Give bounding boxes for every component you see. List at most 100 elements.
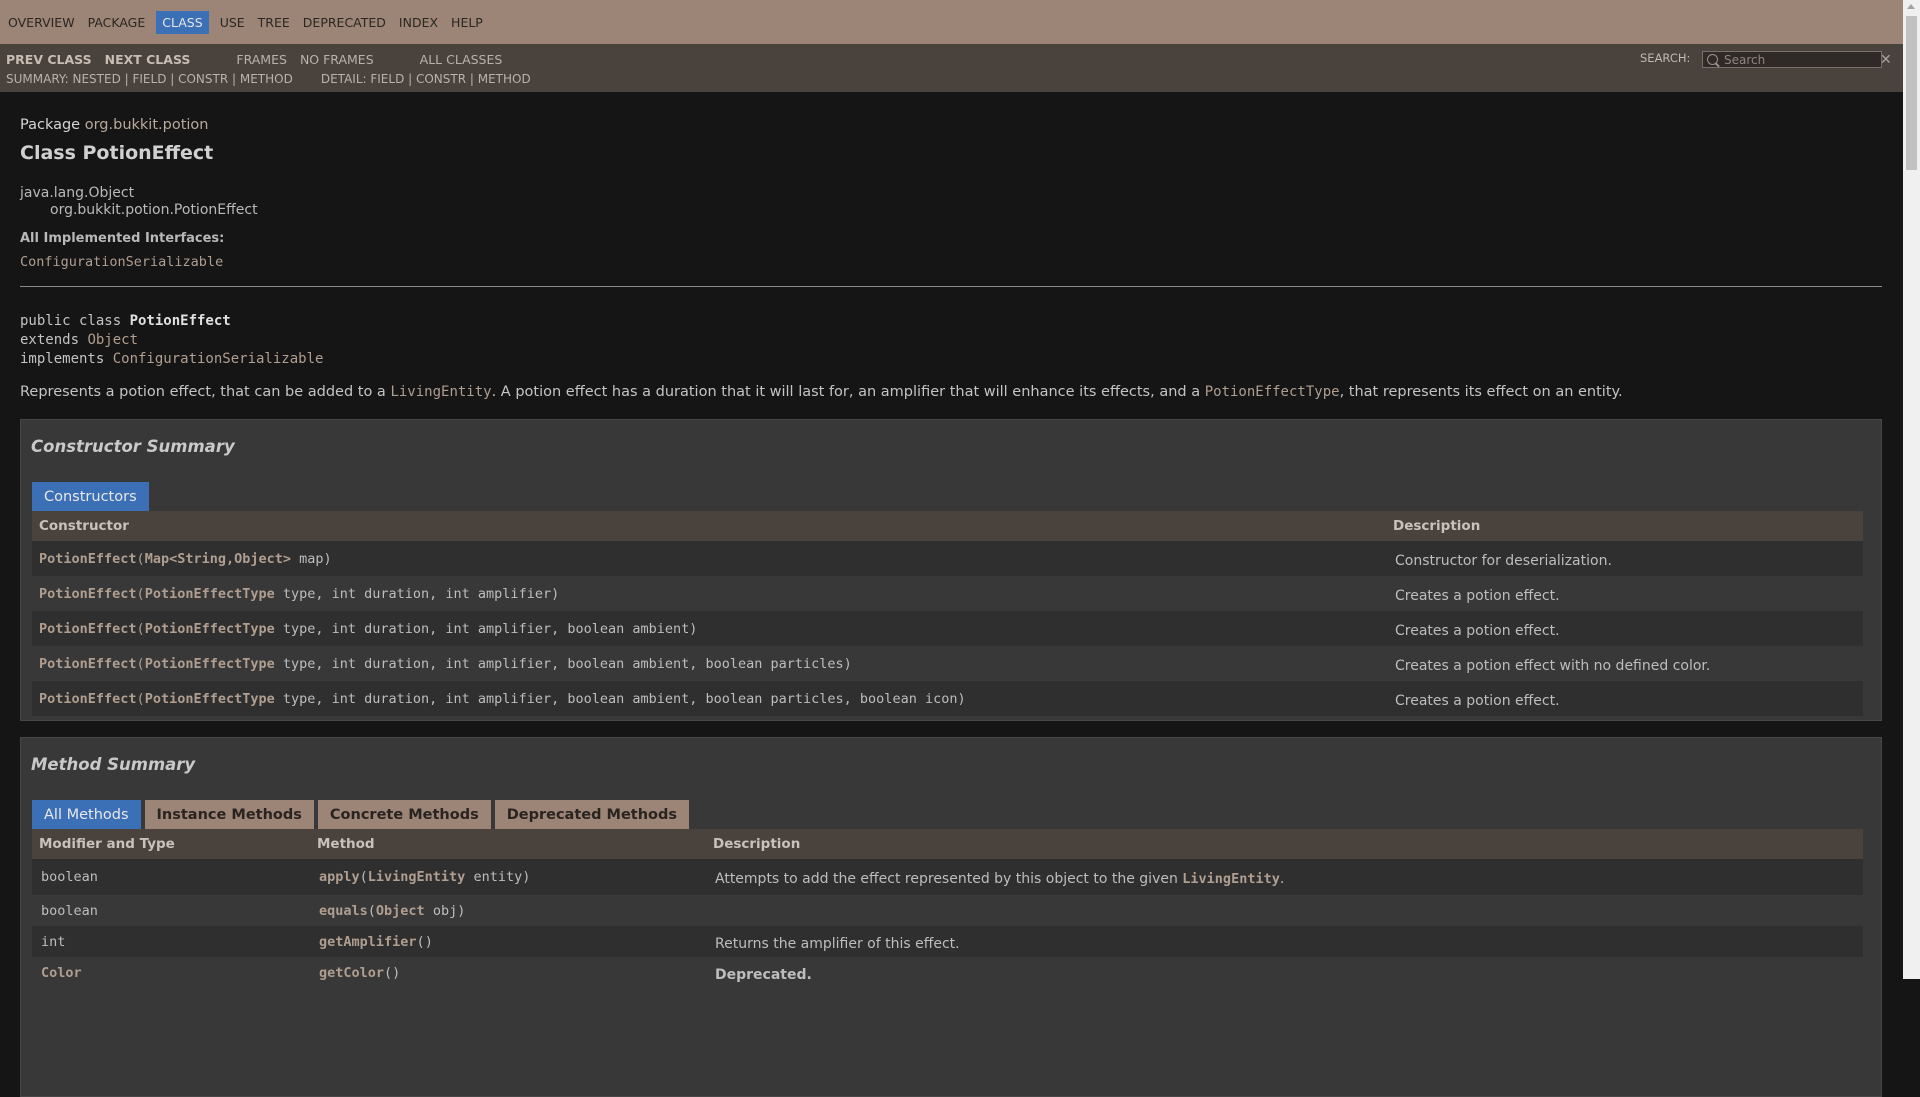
summary-links[interactable]: SUMMARY: NESTED | FIELD | CONSTR | METHO… [6,72,293,86]
table-row: PotionEffect(PotionEffectType type, int … [32,611,1863,646]
params-text: type, int duration, int amplifier, boole… [274,655,852,672]
constructor-name-link[interactable]: PotionEffect [39,551,137,567]
table-row: PotionEffect(Map<String,Object> map) Cons… [32,541,1863,576]
paren-open: ( [367,902,376,919]
method-desc-link[interactable]: LivingEntity [1182,871,1280,887]
return-type: boolean [41,869,98,885]
search-input[interactable]: Search [1702,51,1882,68]
paren-open: ( [136,655,145,672]
params-text: ) [424,933,433,950]
method-table: Modifier and Type Method Description boo… [32,829,1863,988]
frames-link[interactable]: FRAMES [236,52,287,67]
paren-open: ( [416,933,425,950]
clear-search-icon[interactable]: ✕ [1880,52,1892,68]
nav-use[interactable]: USE [218,12,247,33]
sig-implements-link[interactable]: ConfigurationSerializable [113,351,324,367]
constructor-description: Creates a potion effect. [1395,692,1560,709]
constructor-signature: PotionEffect(PotionEffectType type, int … [32,691,1395,707]
constructor-description: Creates a potion effect. [1395,622,1560,639]
param-type-link[interactable]: Map<String,Object> [145,551,291,567]
prev-class-link[interactable]: PREV CLASS [6,52,92,67]
scrollbar-thumb[interactable] [1906,16,1917,170]
param-type-link[interactable]: PotionEffectType [145,691,275,707]
signature-line-1: public class PotionEffect [20,313,231,329]
search-icon [1707,54,1718,65]
nav-tree[interactable]: TREE [256,12,292,33]
top-nav-bar: OVERVIEW PACKAGE CLASS USE TREE DEPRECAT… [0,0,1920,44]
all-classes-link[interactable]: ALL CLASSES [420,52,503,67]
nav-package[interactable]: PACKAGE [86,12,148,33]
next-class-link[interactable]: NEXT CLASS [105,52,191,67]
subnav-row-links: PREV CLASS NEXT CLASS FRAMES NO FRAMES A… [6,48,515,70]
paren-open: ( [136,620,145,637]
method-desc-text: Returns the amplifier of this effect. [715,935,960,952]
params-text: type, int duration, int amplifier) [274,585,560,602]
constructor-name-link[interactable]: PotionEffect [39,691,137,707]
constructor-table-header: Constructor Description [32,511,1863,541]
vertical-scrollbar[interactable] [1903,0,1920,979]
constructor-signature: PotionEffect(Map<String,Object> map) [32,551,1395,567]
tab-constructors[interactable]: Constructors [32,482,149,511]
tab-instance-methods[interactable]: Instance Methods [144,800,314,829]
method-rows: boolean apply(LivingEntity entity) Attempt… [32,859,1863,988]
page-title: Class PotionEffect [20,142,214,164]
method-name-link[interactable]: getColor [319,965,384,981]
tab-concrete-methods[interactable]: Concrete Methods [317,800,491,829]
package-name-link[interactable]: org.bukkit.potion [85,117,209,133]
nav-class[interactable]: CLASS [156,10,209,34]
desc-link-potioneffecttype[interactable]: PotionEffectType [1205,384,1340,400]
table-row: int getAmplifier() Returns the amplifier o… [32,926,1863,957]
paren-open: ( [136,690,145,707]
method-desc-text: Attempts to add the effect represented b… [715,871,1183,887]
tab-deprecated-methods[interactable]: Deprecated Methods [494,800,690,829]
method-tabs: All Methods Instance Methods Concrete Me… [32,800,693,829]
package-label: Package [20,117,81,133]
constructor-table: Constructor Description PotionEffect(Map… [32,511,1863,716]
constructor-signature: PotionEffect(PotionEffectType type, int … [32,586,1395,602]
nav-overview[interactable]: OVERVIEW [6,12,77,33]
table-row: PotionEffect(PotionEffectType type, int … [32,681,1863,716]
sig-extends-link[interactable]: Object [87,332,138,348]
constructor-rows: PotionEffect(Map<String,Object> map) Cons… [32,541,1863,716]
constructor-name-link[interactable]: PotionEffect [39,656,137,672]
method-signature: getAmplifier() [319,934,715,950]
param-type-link[interactable]: PotionEffectType [145,621,275,637]
search-placeholder: Search [1724,52,1766,67]
package-line: Package org.bukkit.potion [20,117,208,133]
method-summary-title: Method Summary [31,755,196,774]
inheritance-root: java.lang.Object [20,185,135,201]
params-text: type, int duration, int amplifier, boole… [274,690,966,707]
param-type-link[interactable]: PotionEffectType [145,656,275,672]
desc-link-livingentity[interactable]: LivingEntity [390,384,491,400]
method-signature: equals(Object obj) [319,903,715,919]
desc-part-3: , that represents its effect on an entit… [1339,384,1623,400]
nav-index[interactable]: INDEX [397,12,440,33]
params-text: entity) [465,869,531,885]
no-frames-link[interactable]: NO FRAMES [300,52,374,67]
scroll-up-icon[interactable] [1907,4,1915,9]
nav-help[interactable]: HELP [449,12,485,33]
method-signature: getColor() [319,965,715,981]
tab-all-methods[interactable]: All Methods [32,800,141,829]
constructor-description: Constructor for deserialization. [1395,552,1612,569]
method-name-link[interactable]: equals [319,903,368,919]
constructor-name-link[interactable]: PotionEffect [39,586,137,602]
constructor-signature: PotionEffect(PotionEffectType type, int … [32,621,1395,637]
interfaces-link[interactable]: ConfigurationSerializable [20,254,223,270]
method-signature: apply(LivingEntity entity) [319,869,715,885]
param-type-link[interactable]: LivingEntity [368,869,466,885]
method-desc-text: Deprecated. [715,966,812,983]
param-type-link[interactable]: PotionEffectType [145,586,275,602]
table-row: PotionEffect(PotionEffectType type, int … [32,646,1863,681]
return-type[interactable]: Color [32,965,319,981]
method-table-header: Modifier and Type Method Description [32,829,1863,859]
detail-links[interactable]: DETAIL: FIELD | CONSTR | METHOD [321,72,531,86]
signature-line-3: implements ConfigurationSerializable [20,351,323,367]
table-row: Color getColor() Deprecated. [32,957,1863,988]
constructor-name-link[interactable]: PotionEffect [39,621,137,637]
method-name-link[interactable]: getAmplifier [319,934,417,950]
nav-deprecated[interactable]: DEPRECATED [301,12,388,33]
subnav-row-summary: SUMMARY: NESTED | FIELD | CONSTR | METHO… [6,70,535,88]
param-type-link[interactable]: Object [376,903,425,919]
method-name-link[interactable]: apply [319,869,360,885]
